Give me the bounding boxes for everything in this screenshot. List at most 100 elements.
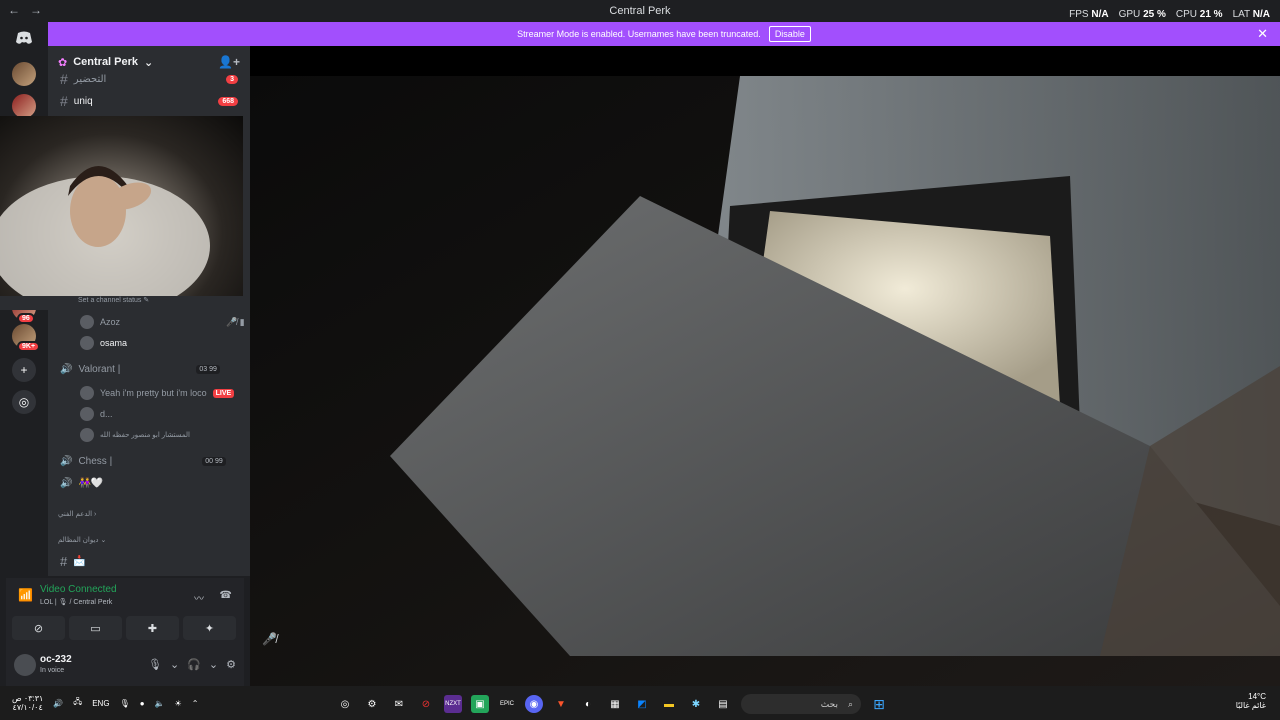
windows-taskbar: ٠٣:٣١ ص ٤٧/١٠/٠٤ 🔊 🖧 ENG 🎙 ● 🔈 ☀ ⌃ ◎ ⚙ ✉… <box>0 686 1280 720</box>
nzxt-icon[interactable]: NZXT <box>444 695 462 713</box>
voice-user[interactable]: Yeah i'm pretty but i'm loco LIVE <box>80 386 235 400</box>
gpu-value: 25 % <box>1143 9 1166 20</box>
task-view-icon[interactable]: ▤ <box>714 695 732 713</box>
discord-home-icon[interactable] <box>12 26 36 50</box>
steam-icon[interactable]: ◐ <box>579 695 597 713</box>
close-icon[interactable]: ✕ <box>1257 26 1268 42</box>
brave-browser-icon[interactable]: ▼ <box>552 695 570 713</box>
microphone-icon[interactable]: 🎙 <box>120 699 130 708</box>
voice-user[interactable]: Azoz 🎤̸ ▮ <box>80 315 245 329</box>
channel-item[interactable]: # uniq 668 <box>48 90 250 112</box>
app-icon[interactable]: ◎ <box>336 695 354 713</box>
chevron-down-icon: ⌄ <box>144 56 154 69</box>
server-icon-1[interactable] <box>12 62 36 86</box>
disconnect-icon[interactable]: ☎ <box>220 590 232 601</box>
chevron-up-icon[interactable]: ⌃ <box>192 699 199 708</box>
outlook-icon[interactable]: ◩ <box>633 695 651 713</box>
avatar <box>80 336 94 350</box>
activities-icon[interactable]: ✚ <box>126 616 179 640</box>
server-icon-2[interactable] <box>12 94 36 118</box>
lat-label: LAT <box>1232 9 1250 20</box>
headphones-icon[interactable]: 🎧 <box>187 658 201 671</box>
channel-status[interactable]: Set a channel status ✎ <box>0 296 243 310</box>
channel-name: Valorant | <box>78 364 121 375</box>
channel-item[interactable]: # 📩 <box>60 554 86 569</box>
fps-label: FPS <box>1069 9 1089 20</box>
server-boost-icon: ✿ <box>58 56 68 69</box>
gpu-label: GPU <box>1118 9 1141 20</box>
voice-channel-valorant[interactable]: 🔊 Valorant | 03 99 <box>60 364 220 375</box>
explore-compass-icon[interactable]: ◎ <box>12 390 36 414</box>
network-icon[interactable]: 🖧 <box>73 696 82 710</box>
user-limit: 00 99 <box>202 457 226 466</box>
add-server-icon[interactable]: + <box>12 358 36 382</box>
search-bar[interactable]: بحث ⌕ <box>741 694 861 714</box>
cpu-value: 21 % <box>1199 9 1223 20</box>
volume-icon[interactable]: 🔈 <box>155 699 165 708</box>
channel-item[interactable]: # التحضير 3 <box>48 68 250 90</box>
voice-user[interactable]: المستشار ابو منصور حفظه الله <box>80 428 190 442</box>
language-indicator[interactable]: ENG <box>92 699 109 708</box>
avatar <box>80 428 94 442</box>
channel-name: التحضير <box>73 73 107 85</box>
disable-button[interactable]: Disable <box>768 26 811 42</box>
title-bar: ← → Central Perk FPS N/A GPU 25 % CPU 21… <box>0 0 1280 22</box>
category-header[interactable]: ديوان المظالم ⌄ <box>58 536 106 544</box>
signal-icon[interactable]: 📶 <box>18 588 33 602</box>
user-name: d... <box>100 409 113 419</box>
temperature: 14°C <box>1248 692 1266 701</box>
hash-icon: # <box>60 93 68 109</box>
voice-actions: ⊘ ▭ ✚ ✦ <box>12 616 236 640</box>
chevron-down-icon[interactable]: ⌄ <box>170 658 179 671</box>
screen-share-icon[interactable]: ▭ <box>69 616 122 640</box>
search-label: بحث <box>820 698 838 709</box>
channel-name: 📩 <box>73 556 86 567</box>
noise-suppression-icon[interactable]: 〰 <box>194 590 204 605</box>
search-icon: ⌕ <box>847 698 853 709</box>
lat-value: N/A <box>1252 9 1270 20</box>
voice-status: Video Connected <box>40 584 117 595</box>
user-limit: 03 99 <box>196 365 220 374</box>
app-icon[interactable]: ⊘ <box>417 695 435 713</box>
video-stream[interactable]: 🎤̸ <box>250 46 1280 686</box>
clock[interactable]: ٠٣:٣١ ص ٤٧/١٠/٠٤ <box>12 694 43 712</box>
unread-count: 3 <box>226 74 238 84</box>
voice-channel-chess[interactable]: 🔊 Chess | 00 99 <box>60 456 226 467</box>
tray-app-icon[interactable]: ● <box>140 699 145 708</box>
chevron-down-icon[interactable]: ⌄ <box>209 658 218 671</box>
discord-logo-icon <box>16 31 32 44</box>
gear-icon[interactable]: ⚙ <box>226 658 236 671</box>
epic-games-icon[interactable]: EPIC <box>498 695 516 713</box>
copilot-icon[interactable]: ✱ <box>687 695 705 713</box>
mail-icon[interactable]: ✉ <box>390 695 408 713</box>
mute-stream-icon[interactable]: 🎤̸ <box>262 632 277 646</box>
weather-widget[interactable]: 14°C غائم غالبًا <box>1236 692 1266 710</box>
avatar[interactable] <box>14 654 36 676</box>
file-explorer-icon[interactable]: ▬ <box>660 695 678 713</box>
avatar <box>80 407 94 421</box>
user-panel: oc-232 In voice 🎙 ⌄ 🎧 ⌄ ⚙ <box>6 648 244 686</box>
category-header[interactable]: الدعم الفني › <box>58 510 96 518</box>
voice-user[interactable]: osama <box>80 336 127 350</box>
soundboard-icon[interactable]: ✦ <box>183 616 236 640</box>
webcam-person-image <box>0 166 210 316</box>
volume-icon[interactable]: 🔊 <box>53 699 63 708</box>
server-icon-4[interactable]: 9K+ <box>12 324 41 352</box>
voice-user[interactable]: d... <box>80 407 113 421</box>
camera-off-icon[interactable]: ⊘ <box>12 616 65 640</box>
user-name: Yeah i'm pretty but i'm loco <box>100 388 207 398</box>
invite-member-icon[interactable]: 👤+ <box>218 55 240 69</box>
steelseries-icon[interactable]: ⚙ <box>363 695 381 713</box>
brightness-icon[interactable]: ☀ <box>175 699 182 708</box>
microphone-icon[interactable]: 🎙 <box>148 658 162 671</box>
voice-channel[interactable]: 🔊 👭🤍 <box>60 478 103 489</box>
discord-icon[interactable]: ◉ <box>525 695 543 713</box>
channel-name: 👭🤍 <box>78 478 104 489</box>
windows-start-icon[interactable]: ⊞ <box>870 695 888 713</box>
live-badge: LIVE <box>212 388 235 398</box>
streamer-mode-banner: Streamer Mode is enabled. Usernames have… <box>48 22 1280 46</box>
voice-channel-path[interactable]: LOL | 🎙 / Central Perk <box>40 598 112 606</box>
user-name: Azoz <box>100 317 121 327</box>
app-icon[interactable]: ▣ <box>471 695 489 713</box>
store-icon[interactable]: ▦ <box>606 695 624 713</box>
